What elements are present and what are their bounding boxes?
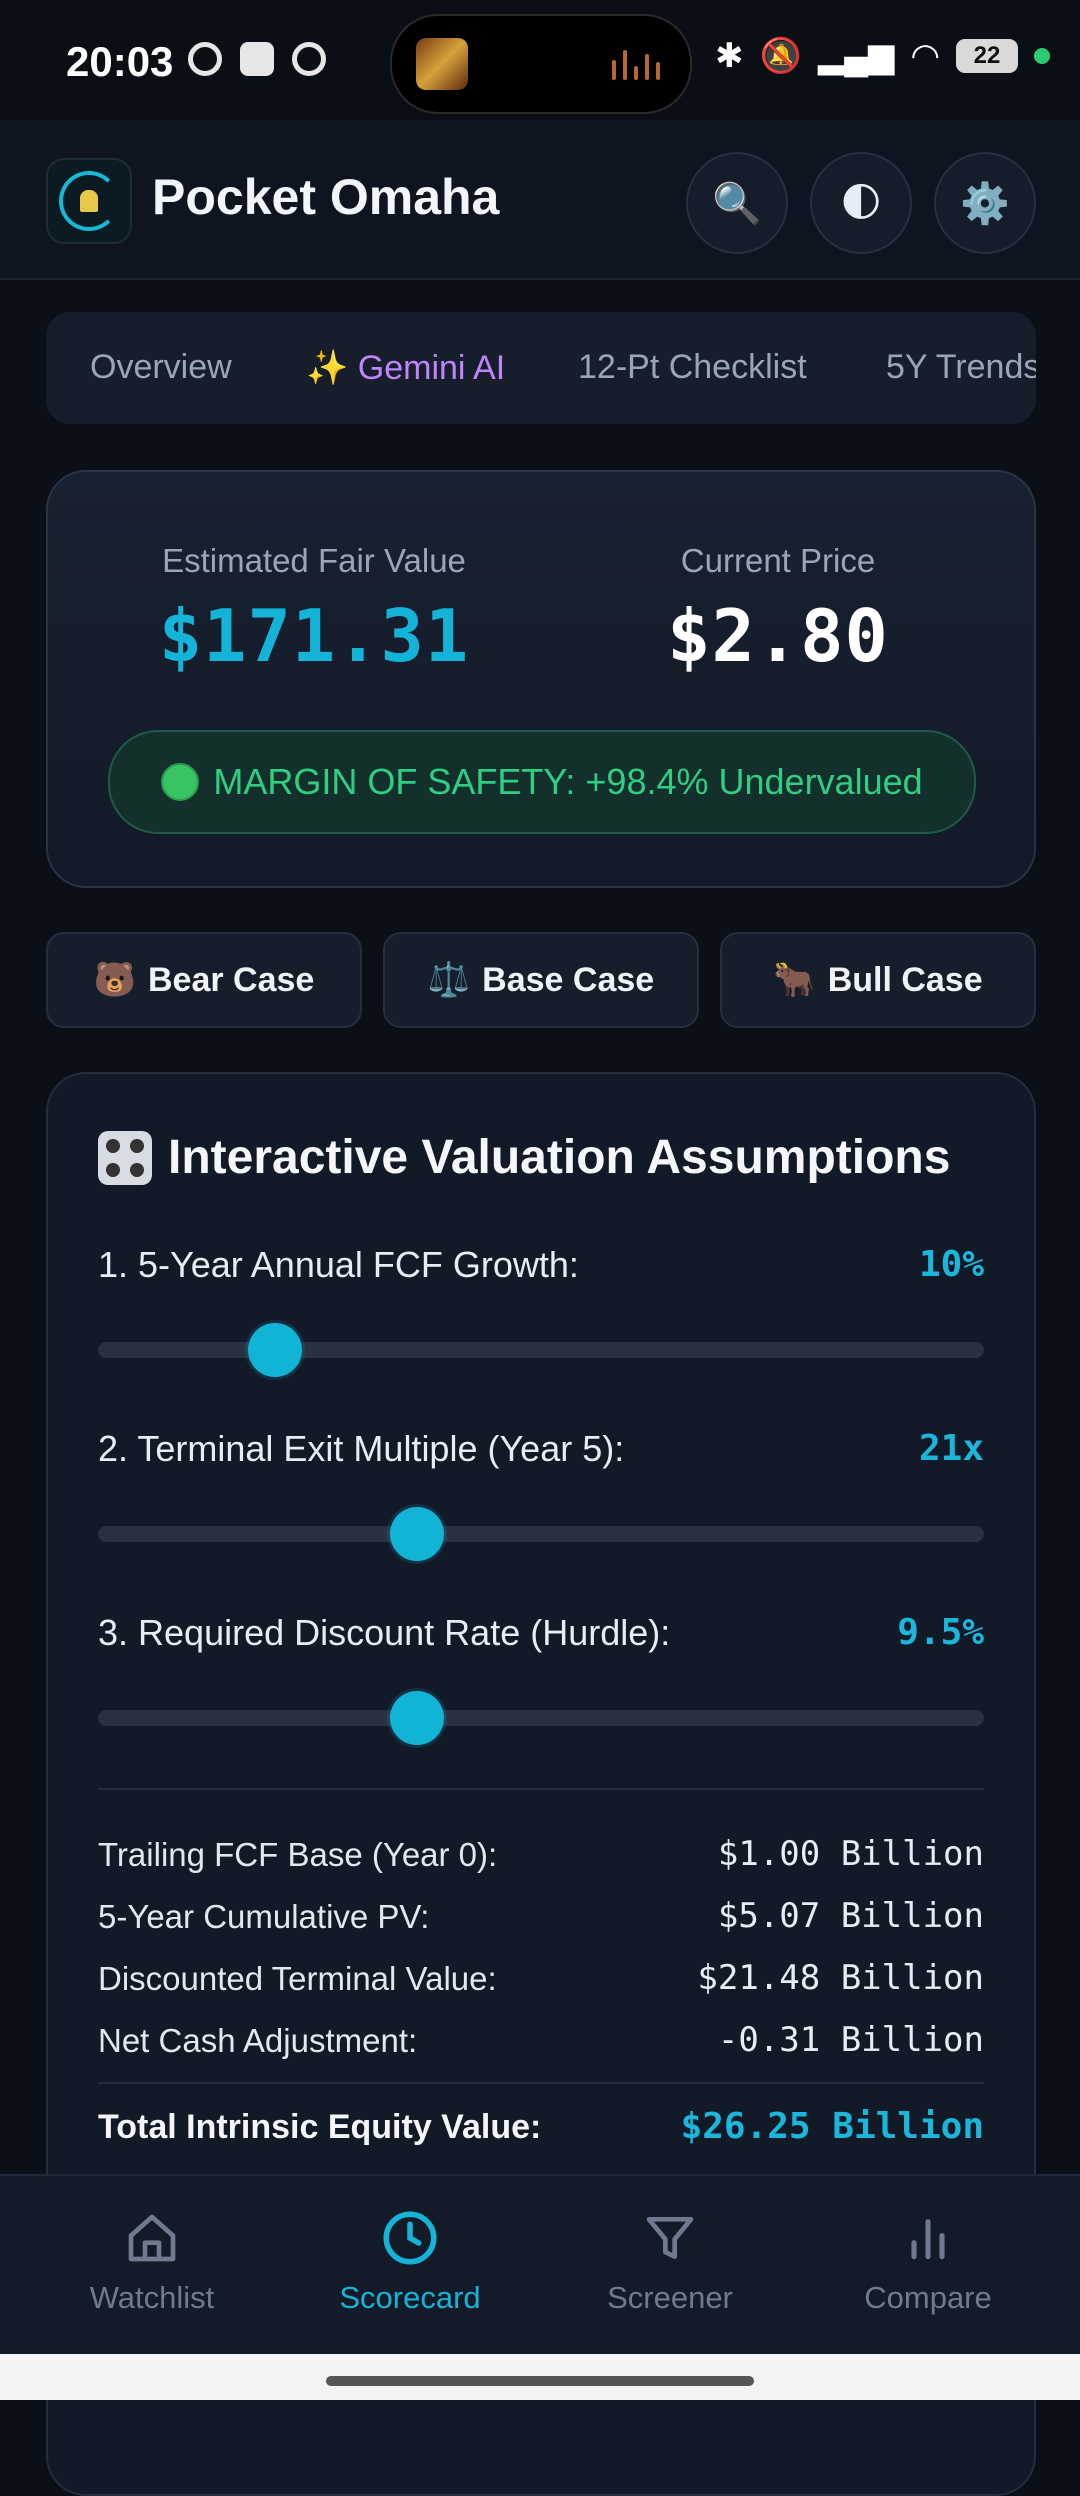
net-cash-value: -0.31 Billion <box>717 2020 984 2060</box>
bear-case-label: Bear Case <box>148 960 315 999</box>
nav-scorecard[interactable]: Scorecard <box>300 2206 520 2316</box>
chrome-icon <box>292 42 326 76</box>
base-case-button[interactable]: ⚖️ Base Case <box>383 932 699 1028</box>
fair-value-block: Estimated Fair Value $171.31 <box>98 542 530 678</box>
current-price: $2.80 <box>667 594 889 678</box>
section-divider <box>98 1788 984 1790</box>
bear-icon: 🐻 <box>93 961 136 999</box>
exit-multiple-slider-thumb[interactable] <box>389 1507 444 1561</box>
battery-icon: 22 <box>956 39 1018 73</box>
assumptions-title: Interactive Valuation Assumptions <box>98 1130 950 1185</box>
active-indicator-dot <box>1034 48 1050 64</box>
gear-icon: ⚙️ <box>960 181 1010 226</box>
fair-value: $171.31 <box>158 594 470 678</box>
total-divider <box>98 2082 984 2084</box>
total-equity-label: Total Intrinsic Equity Value: <box>98 2108 542 2146</box>
wifi-icon: ◠ <box>910 37 940 75</box>
terminal-value-label: Discounted Terminal Value: <box>98 1960 497 1997</box>
tab-gemini-ai[interactable]: ✨ Gemini AI <box>306 348 505 388</box>
cumulative-pv-label: 5-Year Cumulative PV: <box>98 1898 430 1935</box>
fcf-growth-value: 10% <box>918 1244 984 1285</box>
fcf-growth-slider-thumb[interactable] <box>248 1323 303 1377</box>
tab-overview[interactable]: Overview <box>90 348 232 387</box>
green-circle-icon <box>161 763 200 801</box>
notification-ring-icon <box>188 42 222 76</box>
signal-icon: ▂▄▆ <box>817 37 895 75</box>
notification-square-icon <box>240 42 274 76</box>
bell-icon <box>80 190 98 212</box>
tab-bar: Overview ✨ Gemini AI 12-Pt Checklist 5Y … <box>46 312 1036 424</box>
search-button[interactable]: 🔍 <box>686 152 788 254</box>
margin-of-safety-badge: MARGIN OF SAFETY: +98.4% Undervalued <box>108 730 976 834</box>
bull-case-button[interactable]: 🐂 Bull Case <box>720 932 1036 1028</box>
nav-watchlist-label: Watchlist <box>89 2280 215 2315</box>
mute-icon: 🔕 <box>759 37 802 75</box>
fcf-growth-slider[interactable] <box>98 1323 984 1377</box>
bottom-navigation: Watchlist Scorecard Screener Compare <box>0 2174 1080 2356</box>
discount-rate-slider[interactable] <box>98 1691 984 1745</box>
clock-icon <box>300 2206 520 2270</box>
base-case-label: Base Case <box>482 960 655 999</box>
nav-compare-label: Compare <box>864 2280 992 2315</box>
notification-icons <box>188 42 326 76</box>
nav-watchlist[interactable]: Watchlist <box>42 2206 262 2316</box>
settings-button[interactable]: ⚙️ <box>934 152 1036 254</box>
total-equity-value: $26.25 Billion <box>680 2106 984 2147</box>
gesture-bar-area <box>0 2354 1080 2400</box>
fcf-growth-label: 1. 5-Year Annual FCF Growth: <box>98 1244 579 1285</box>
bull-case-label: Bull Case <box>827 960 983 999</box>
margin-of-safety-text: MARGIN OF SAFETY: +98.4% Undervalued <box>213 761 923 802</box>
current-price-label: Current Price <box>680 542 876 579</box>
theme-toggle-button[interactable]: 🌓 <box>810 152 912 254</box>
terminal-value-value: $21.48 Billion <box>697 1958 984 1998</box>
bar-chart-icon <box>818 2206 1038 2270</box>
nav-compare[interactable]: Compare <box>818 2206 1038 2316</box>
status-time: 20:03 <box>66 38 174 85</box>
fair-value-label: Estimated Fair Value <box>162 542 466 579</box>
app-title: Pocket Omaha <box>152 169 500 225</box>
bluetooth-icon: ✱ <box>715 37 744 75</box>
bear-case-button[interactable]: 🐻 Bear Case <box>46 932 362 1028</box>
exit-multiple-value: 21x <box>918 1428 984 1469</box>
fcf-base-label: Trailing FCF Base (Year 0): <box>98 1836 498 1873</box>
assumptions-title-text: Interactive Valuation Assumptions <box>168 1131 951 1184</box>
discount-rate-slider-thumb[interactable] <box>389 1691 444 1745</box>
nav-screener-label: Screener <box>607 2280 733 2315</box>
media-thumbnail <box>416 38 468 90</box>
cumulative-pv-value: $5.07 Billion <box>717 1896 984 1936</box>
valuation-card: Estimated Fair Value $171.31 Current Pri… <box>46 470 1036 888</box>
moon-icon: 🌓 <box>840 181 882 225</box>
scales-icon: ⚖️ <box>427 961 471 999</box>
discount-rate-label: 3. Required Discount Rate (Hurdle): <box>98 1612 671 1653</box>
exit-multiple-label: 2. Terminal Exit Multiple (Year 5): <box>98 1428 625 1469</box>
dynamic-island[interactable] <box>390 14 692 114</box>
current-price-block: Current Price $2.80 <box>588 542 968 678</box>
discount-rate-value: 9.5% <box>897 1612 984 1653</box>
tab-5y-trends[interactable]: 5Y Trends <box>886 348 1036 387</box>
app-header: Pocket Omaha 🔍 🌓 ⚙️ <box>0 120 1080 280</box>
home-icon <box>42 2206 262 2270</box>
ox-icon: 🐂 <box>773 961 816 999</box>
net-cash-label: Net Cash Adjustment: <box>98 2022 418 2059</box>
nav-scorecard-label: Scorecard <box>339 2280 481 2315</box>
home-gesture-handle[interactable] <box>326 2376 754 2386</box>
exit-multiple-slider[interactable] <box>98 1507 984 1561</box>
filter-icon <box>560 2206 780 2270</box>
fcf-base-value: $1.00 Billion <box>717 1834 984 1874</box>
app-logo <box>46 158 132 244</box>
nav-screener[interactable]: Screener <box>560 2206 780 2316</box>
audio-wave-icon <box>612 50 660 80</box>
control-knobs-icon <box>98 1130 152 1185</box>
status-bar: 20:03 ✱ 🔕 ▂▄▆ ◠ 22 <box>0 0 1080 120</box>
tab-checklist[interactable]: 12-Pt Checklist <box>578 348 807 387</box>
status-icons-right: ✱ 🔕 ▂▄▆ ◠ 22 <box>715 36 1050 76</box>
search-icon: 🔍 <box>712 181 762 226</box>
